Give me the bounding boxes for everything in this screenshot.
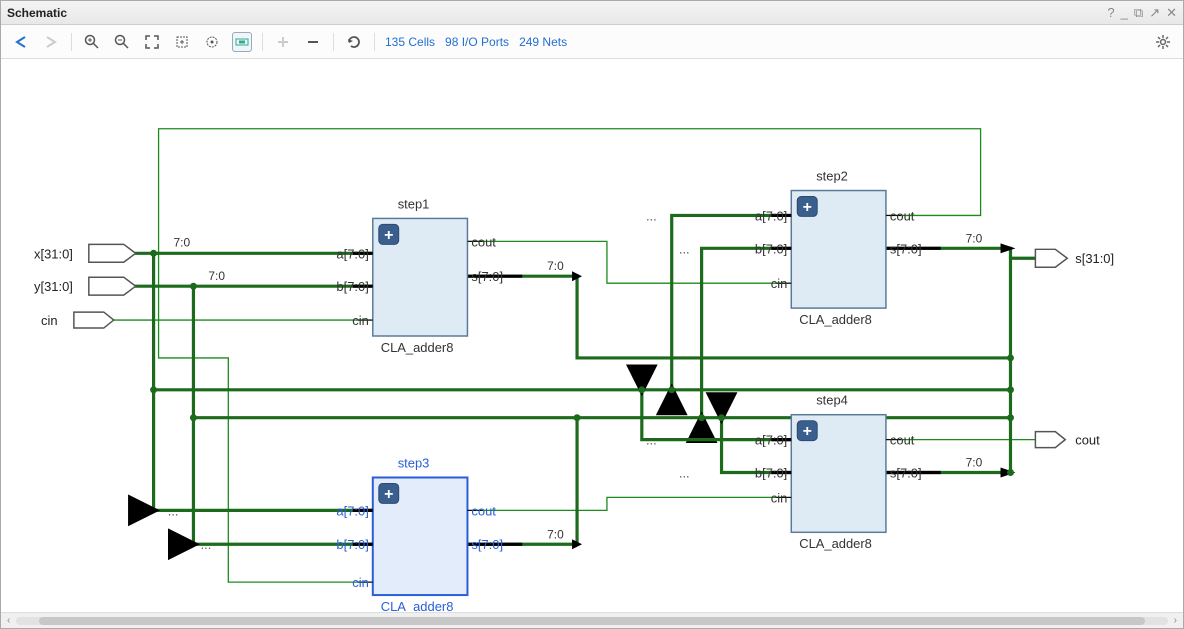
io-port-s[interactable]: s[31:0] <box>1035 249 1114 267</box>
port-label: cout <box>471 503 496 518</box>
port-label: a[7:0] <box>336 246 368 261</box>
slice-label: 7:0 <box>547 259 564 273</box>
scroll-track[interactable] <box>16 617 1167 625</box>
io-port-label: cin <box>41 313 58 328</box>
block-instance-label: step4 <box>816 393 848 408</box>
ellipsis: ... <box>679 465 690 480</box>
block-type-label: CLA_adder8 <box>799 536 872 551</box>
port-label: cout <box>890 433 915 448</box>
window-title: Schematic <box>7 6 67 20</box>
port-label: cout <box>471 234 496 249</box>
bus-s3[interactable] <box>467 418 577 545</box>
forward-button[interactable] <box>41 32 61 52</box>
io-port-x[interactable]: x[31:0] <box>34 244 136 262</box>
bus-s1[interactable] <box>467 276 1010 358</box>
zoom-out-button[interactable] <box>112 32 132 52</box>
ellipsis: ... <box>646 208 657 223</box>
zoom-fit-button[interactable] <box>142 32 162 52</box>
port-label: b[7:0] <box>336 537 368 552</box>
port-label: cin <box>352 575 369 590</box>
ellipsis: ... <box>168 503 179 518</box>
io-port-cout[interactable]: cout <box>1035 432 1100 448</box>
io-port-label: y[31:0] <box>34 279 73 294</box>
separator <box>71 33 72 51</box>
close-icon[interactable]: ✕ <box>1166 5 1177 21</box>
block-instance-label: step3 <box>398 456 430 471</box>
slice-label: 7:0 <box>208 269 225 283</box>
svg-text:+: + <box>803 199 812 216</box>
svg-text:+: + <box>384 486 393 503</box>
io-port-y[interactable]: y[31:0] <box>34 277 136 295</box>
add-button[interactable] <box>273 32 293 52</box>
port-label: cin <box>771 276 788 291</box>
svg-text:+: + <box>803 423 812 440</box>
port-label: s[7:0] <box>890 465 922 480</box>
separator <box>374 33 375 51</box>
schematic-window: Schematic ? _ ⧉ ↗ ✕ <box>0 0 1184 629</box>
help-icon[interactable]: ? <box>1107 5 1114 21</box>
restore-icon[interactable]: ⧉ <box>1134 5 1143 21</box>
port-label: b[7:0] <box>336 279 368 294</box>
block-step2[interactable]: step2 CLA_adder8 + a[7:0] b[7:0] cin cou… <box>755 169 922 327</box>
scroll-right-arrow-icon[interactable]: › <box>1174 615 1177 626</box>
settings-button[interactable] <box>1153 32 1173 52</box>
bus-y-rail[interactable] <box>193 286 1010 544</box>
block-type-label: CLA_adder8 <box>799 312 872 327</box>
cells-link[interactable]: 135 Cells <box>385 35 435 49</box>
horizontal-scrollbar[interactable]: ‹ › <box>1 612 1183 628</box>
net-step3-cout[interactable] <box>467 497 791 510</box>
popout-icon[interactable]: ↗ <box>1149 5 1160 21</box>
slice-label: 7:0 <box>966 231 983 245</box>
zoom-selection-button[interactable] <box>172 32 192 52</box>
io-port-label: cout <box>1075 433 1100 448</box>
ellipsis: ... <box>201 537 212 552</box>
ellipsis: ... <box>679 241 690 256</box>
minimize-icon[interactable]: _ <box>1121 5 1128 21</box>
block-instance-label: step1 <box>398 196 430 211</box>
io-port-label: s[31:0] <box>1075 251 1114 266</box>
port-label: a[7:0] <box>755 208 787 223</box>
zoom-in-button[interactable] <box>82 32 102 52</box>
center-button[interactable] <box>202 32 222 52</box>
io-port-label: x[31:0] <box>34 246 73 261</box>
toolbar: 135 Cells 98 I/O Ports 249 Nets <box>1 25 1183 59</box>
nets-link[interactable]: 249 Nets <box>519 35 567 49</box>
bus-tap-step2-b[interactable] <box>702 248 792 417</box>
port-label: s[7:0] <box>890 241 922 256</box>
port-label: a[7:0] <box>336 503 368 518</box>
block-type-label: CLA_adder8 <box>381 599 454 612</box>
slice-label: 7:0 <box>174 235 191 249</box>
separator <box>262 33 263 51</box>
scroll-thumb[interactable] <box>39 617 1144 625</box>
svg-text:+: + <box>384 227 393 244</box>
window-controls: ? _ ⧉ ↗ ✕ <box>1107 5 1177 21</box>
ellipsis: ... <box>646 433 657 448</box>
scroll-left-arrow-icon[interactable]: ‹ <box>7 615 10 626</box>
refresh-button[interactable] <box>344 32 364 52</box>
block-type-label: CLA_adder8 <box>381 340 454 355</box>
port-label: b[7:0] <box>755 241 787 256</box>
auto-fit-button[interactable] <box>232 32 252 52</box>
remove-button[interactable] <box>303 32 323 52</box>
io-ports-link[interactable]: 98 I/O Ports <box>445 35 509 49</box>
slice-label: 7:0 <box>547 527 564 541</box>
port-label: cin <box>352 313 369 328</box>
schematic-canvas[interactable]: 7:0 7:0 ... ... ... ... ... <box>1 59 1183 612</box>
back-button[interactable] <box>11 32 31 52</box>
port-label: s[7:0] <box>471 537 503 552</box>
port-label: cout <box>890 208 915 223</box>
block-step1[interactable]: step1 CLA_adder8 + a[7:0] b[7:0] cin cou… <box>336 196 503 354</box>
separator <box>333 33 334 51</box>
port-label: b[7:0] <box>755 465 787 480</box>
port-label: s[7:0] <box>471 269 503 284</box>
block-instance-label: step2 <box>816 169 848 184</box>
block-step3[interactable]: step3 CLA_adder8 + a[7:0] b[7:0] cin cou… <box>336 456 503 612</box>
port-label: cin <box>771 490 788 505</box>
titlebar: Schematic ? _ ⧉ ↗ ✕ <box>1 1 1183 25</box>
slice-label: 7:0 <box>966 456 983 470</box>
port-label: a[7:0] <box>755 433 787 448</box>
io-port-cin[interactable]: cin <box>41 312 114 328</box>
